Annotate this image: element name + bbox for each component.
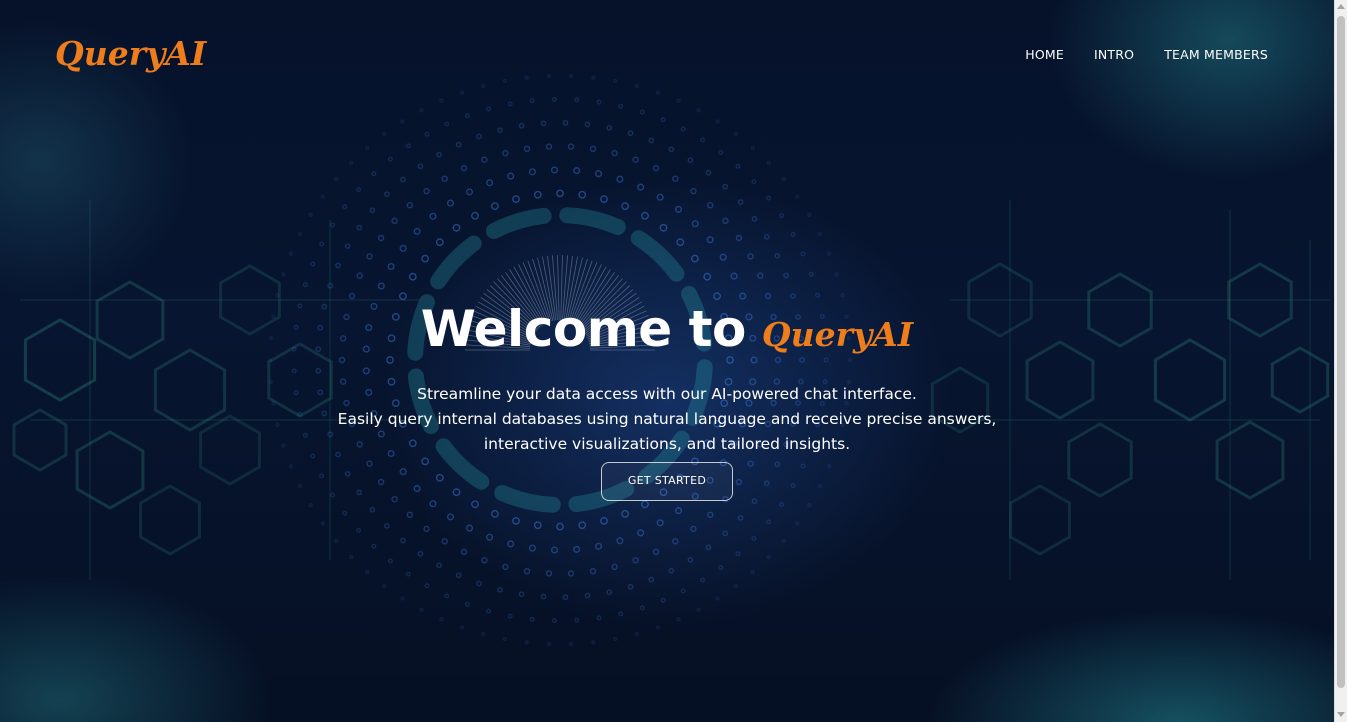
get-started-button[interactable]: GET STARTED [601,462,733,501]
nav-team-members-link[interactable]: TEAM MEMBERS [1164,47,1268,62]
brand-logo[interactable]: QueryAI [55,34,206,73]
scrollbar-thumb[interactable] [1337,16,1345,688]
chevron-up-icon[interactable] [1337,4,1345,9]
hero-description: Streamline your data access with our AI-… [0,382,1334,457]
hero-title-prefix: Welcome to [420,300,747,358]
chevron-down-icon[interactable] [1337,712,1345,717]
hero-description-line: Easily query internal databases using na… [337,410,997,428]
nav-home-link[interactable]: HOME [1025,47,1064,62]
hero-title: Welcome to QueryAI [0,300,1334,380]
vertical-scrollbar[interactable] [1334,0,1347,722]
hero-section: Welcome to QueryAI Streamline your data … [0,300,1334,501]
hero-title-brand: QueryAI [761,315,914,354]
hero-background: QueryAI HOME INTRO TEAM MEMBERS Welcome … [0,0,1334,722]
navbar: QueryAI HOME INTRO TEAM MEMBERS [0,0,1334,110]
nav-intro-link[interactable]: INTRO [1094,47,1134,62]
hero-description-line: Streamline your data access with our AI-… [417,385,917,403]
nav-links: HOME INTRO TEAM MEMBERS [1025,47,1268,62]
hero-description-line: interactive visualizations, and tailored… [483,435,851,453]
